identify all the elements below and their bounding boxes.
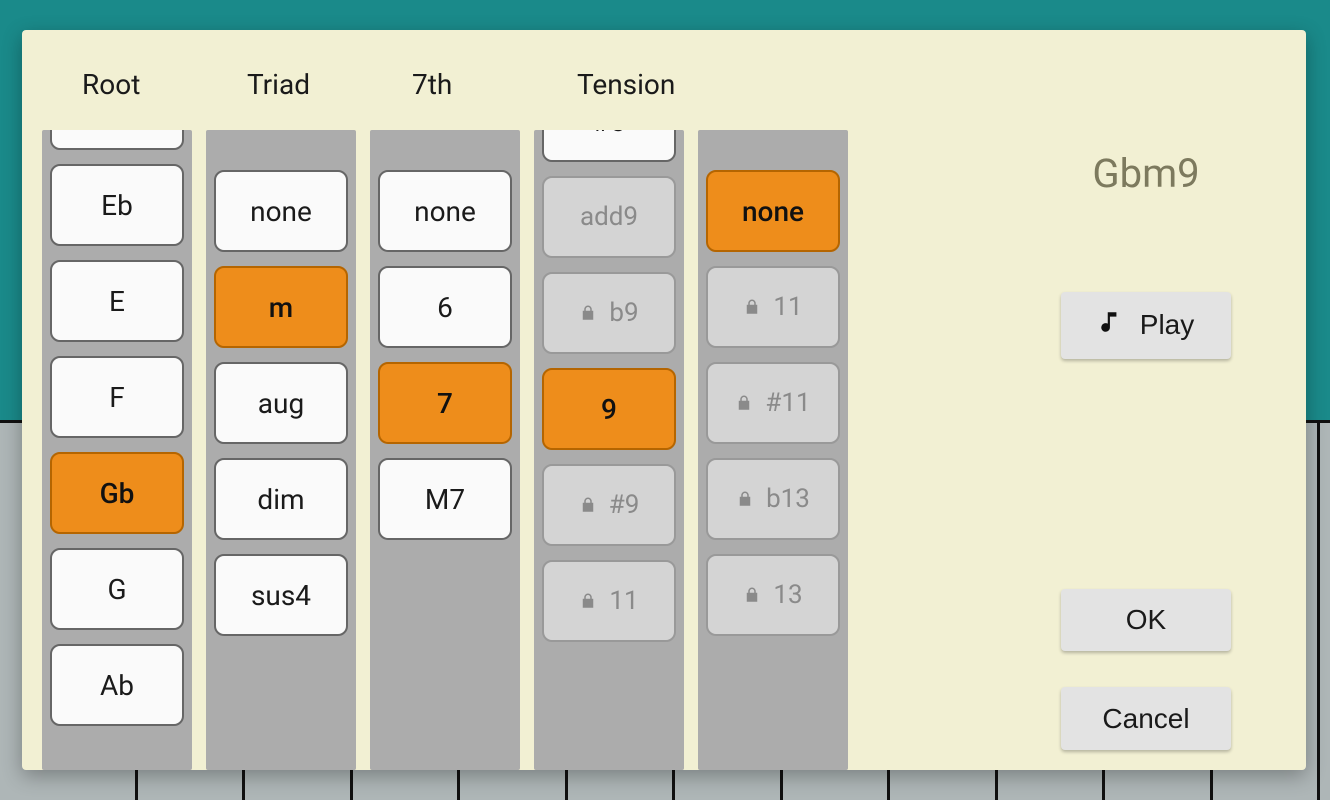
play-button-label: Play [1140, 309, 1194, 341]
ok-button[interactable]: OK [1061, 589, 1231, 652]
option-tension1-b9: b9 [542, 272, 676, 354]
option-label: 7 [437, 387, 453, 420]
option-tension1-5[interactable]: #5 [542, 130, 676, 162]
option-label: 13 [773, 580, 802, 610]
option-label: Gb [100, 477, 135, 510]
cancel-button[interactable]: Cancel [1061, 687, 1231, 750]
lock-icon [579, 496, 597, 514]
header-root: Root [82, 68, 247, 101]
option-label: 9 [601, 393, 617, 426]
option-label: none [414, 195, 476, 228]
option-tension2-b13: b13 [706, 458, 840, 540]
option-triad-sus4[interactable]: sus4 [214, 554, 348, 636]
option-root-eb[interactable]: Eb [50, 164, 184, 246]
option-label: #5 [593, 130, 626, 138]
option-label: add9 [580, 202, 638, 232]
lock-icon [735, 394, 753, 412]
option-label: b13 [766, 484, 810, 514]
header-seventh: 7th [412, 68, 577, 101]
chord-name-display: Gbm9 [1092, 150, 1199, 197]
column-seventh[interactable]: none 6 7 M7 [370, 130, 520, 770]
column-triad[interactable]: none m aug dim sus4 [206, 130, 356, 770]
option-seventh-m7[interactable]: M7 [378, 458, 512, 540]
side-panel: Gbm9 Play OK Cancel [1006, 140, 1286, 750]
option-label: Eb [101, 189, 133, 222]
option-tension1-9[interactable]: 9 [542, 368, 676, 450]
play-button[interactable]: Play [1061, 292, 1231, 359]
option-triad-aug[interactable]: aug [214, 362, 348, 444]
header-triad: Triad [247, 68, 412, 101]
option-label: G [107, 573, 126, 606]
option-tension1-9: #9 [542, 464, 676, 546]
option-label: none [250, 195, 312, 228]
option-label: #9 [609, 490, 640, 520]
option-tension2-none[interactable]: none [706, 170, 840, 252]
lock-icon [579, 304, 597, 322]
option-label: sus4 [251, 579, 311, 612]
option-tension1-11: 11 [542, 560, 676, 642]
option-tension1-add9: add9 [542, 176, 676, 258]
option-tension2-13: 13 [706, 554, 840, 636]
option-label: dim [257, 483, 304, 516]
header-tension: Tension [577, 68, 742, 101]
lock-icon [743, 298, 761, 316]
option-triad-none[interactable]: none [214, 170, 348, 252]
option-label: Ab [100, 669, 134, 702]
option-label: 6 [437, 291, 453, 324]
option-label: 11 [609, 586, 638, 616]
option-triad-m[interactable]: m [214, 266, 348, 348]
option-seventh-6[interactable]: 6 [378, 266, 512, 348]
column-tension1[interactable]: #5 add9 b9 9 #9 11 [534, 130, 684, 770]
lock-icon [579, 592, 597, 610]
option-root-f[interactable]: F [50, 356, 184, 438]
option-root-g[interactable]: G [50, 548, 184, 630]
option-seventh-7[interactable]: 7 [378, 362, 512, 444]
option-tension2-11: #11 [706, 362, 840, 444]
option-root-ab[interactable]: Ab [50, 644, 184, 726]
option-triad-dim[interactable]: dim [214, 458, 348, 540]
option-label: E [109, 285, 125, 318]
music-note-icon [1098, 307, 1124, 344]
option-label: 11 [773, 292, 802, 322]
lock-icon [743, 586, 761, 604]
option-root-gb[interactable]: Gb [50, 452, 184, 534]
column-headers: Root Triad 7th Tension [82, 68, 742, 101]
option-label: #11 [765, 388, 810, 418]
option-tension2-11: 11 [706, 266, 840, 348]
option-root-e[interactable]: E [50, 260, 184, 342]
option-label: M7 [425, 483, 465, 516]
chord-picker-dialog: Root Triad 7th Tension D Eb E F Gb G Ab none m a… [22, 30, 1306, 770]
option-root-d[interactable]: D [50, 130, 184, 150]
option-label: aug [258, 387, 304, 420]
column-root[interactable]: D Eb E F Gb G Ab [42, 130, 192, 770]
lock-icon [736, 490, 754, 508]
option-label: F [109, 381, 124, 414]
cancel-button-label: Cancel [1102, 703, 1189, 735]
option-label: none [742, 195, 804, 228]
option-label: b9 [609, 298, 638, 328]
ok-button-label: OK [1126, 604, 1166, 636]
option-label: m [269, 291, 293, 324]
option-seventh-none[interactable]: none [378, 170, 512, 252]
column-tension2[interactable]: none 11 #11 b13 13 [698, 130, 848, 770]
